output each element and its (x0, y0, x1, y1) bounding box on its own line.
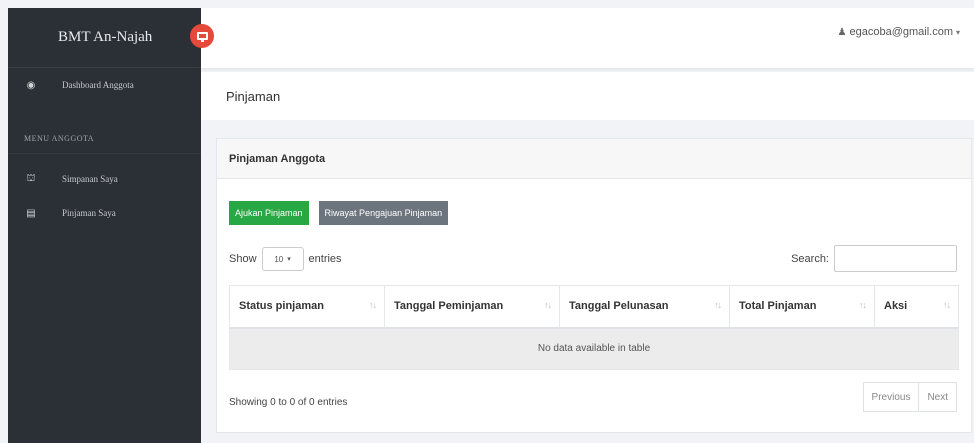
column-header-tanggal-peminjaman[interactable]: Tanggal Peminjaman ↑↓ (384, 285, 560, 329)
user-email: egacoba@gmail.com (849, 26, 953, 38)
list-icon: ▤ (26, 207, 36, 219)
loan-table: Status pinjaman ↑↓ Tanggal Peminjaman ↑↓… (229, 285, 959, 370)
button-row: Ajukan Pinjaman Riwayat Pengajuan Pinjam… (229, 201, 449, 225)
column-header-status[interactable]: Status pinjaman ↑↓ (229, 285, 385, 329)
column-header-aksi[interactable]: Aksi ↑↓ (874, 285, 959, 329)
sidebar-item-label: Simpanan Saya (62, 174, 118, 184)
table-row: No data available in table (229, 327, 959, 370)
sidebar-item-label: Pinjaman Saya (62, 208, 116, 218)
caret-down-icon: ▾ (955, 27, 960, 37)
user-menu[interactable]: ♟ egacoba@gmail.com ▾ (838, 26, 960, 38)
empty-table-message: No data available in table (229, 327, 959, 370)
header-label: Tanggal Peminjaman (394, 300, 504, 313)
show-label: Show (229, 253, 257, 265)
sidebar-item-pinjaman[interactable]: ▤ Pinjaman Saya (8, 196, 201, 230)
user-icon: ♟ (837, 26, 847, 38)
search-input[interactable] (834, 245, 957, 272)
search-label: Search: (791, 252, 829, 265)
page-title: Pinjaman (201, 72, 974, 120)
loan-card: Pinjaman Anggota Ajukan Pinjaman Riwayat… (216, 138, 972, 433)
card-title: Pinjaman Anggota (217, 139, 971, 179)
previous-page-button[interactable]: Previous (862, 382, 920, 412)
table-header-row: Status pinjaman ↑↓ Tanggal Peminjaman ↑↓… (229, 285, 959, 329)
sort-icon: ↑↓ (943, 300, 951, 310)
brand-title[interactable]: BMT An-Najah (8, 8, 201, 68)
entries-label: entries (308, 253, 342, 265)
entries-select-value: 10 (274, 254, 284, 264)
next-page-button[interactable]: Next (919, 382, 957, 412)
entries-select[interactable]: 10 ▾ (261, 247, 304, 271)
monitor-icon (196, 32, 208, 42)
sidebar-item-simpanan[interactable]: ⛫ Simpanan Saya (8, 162, 201, 196)
loan-history-button[interactable]: Riwayat Pengajuan Pinjaman (318, 201, 449, 225)
search-control: Search: (791, 245, 957, 272)
select-arrows-icon: ▾ (287, 256, 291, 263)
header-label: Aksi (884, 300, 908, 313)
sidebar: BMT An-Najah ◉ Dashboard Anggota MENU AN… (8, 8, 201, 443)
header-label: Total Pinjaman (739, 300, 817, 313)
sort-icon: ↑↓ (369, 300, 377, 310)
dashboard-icon: ◉ (26, 79, 36, 91)
table-info: Showing 0 to 0 of 0 entries (229, 397, 348, 408)
sort-icon: ↑↓ (714, 300, 722, 310)
entries-length-control: Show 10 ▾ entries (229, 247, 342, 271)
sort-icon: ↑↓ (859, 300, 867, 310)
sidebar-item-label: Dashboard Anggota (62, 80, 134, 90)
header-label: Tanggal Pelunasan (569, 300, 669, 313)
menu-header: MENU ANGGOTA (8, 124, 201, 154)
sidebar-toggle-button[interactable] (190, 24, 214, 48)
column-header-total-pinjaman[interactable]: Total Pinjaman ↑↓ (729, 285, 875, 329)
apply-loan-button[interactable]: Ajukan Pinjaman (229, 201, 309, 225)
topbar: ♟ egacoba@gmail.com ▾ (201, 8, 974, 68)
pagination: Previous Next (862, 382, 957, 412)
bank-icon: ⛫ (26, 172, 36, 184)
column-header-tanggal-pelunasan[interactable]: Tanggal Pelunasan ↑↓ (559, 285, 730, 329)
sort-icon: ↑↓ (544, 300, 552, 310)
header-label: Status pinjaman (239, 300, 324, 313)
sidebar-item-dashboard[interactable]: ◉ Dashboard Anggota (8, 68, 201, 102)
